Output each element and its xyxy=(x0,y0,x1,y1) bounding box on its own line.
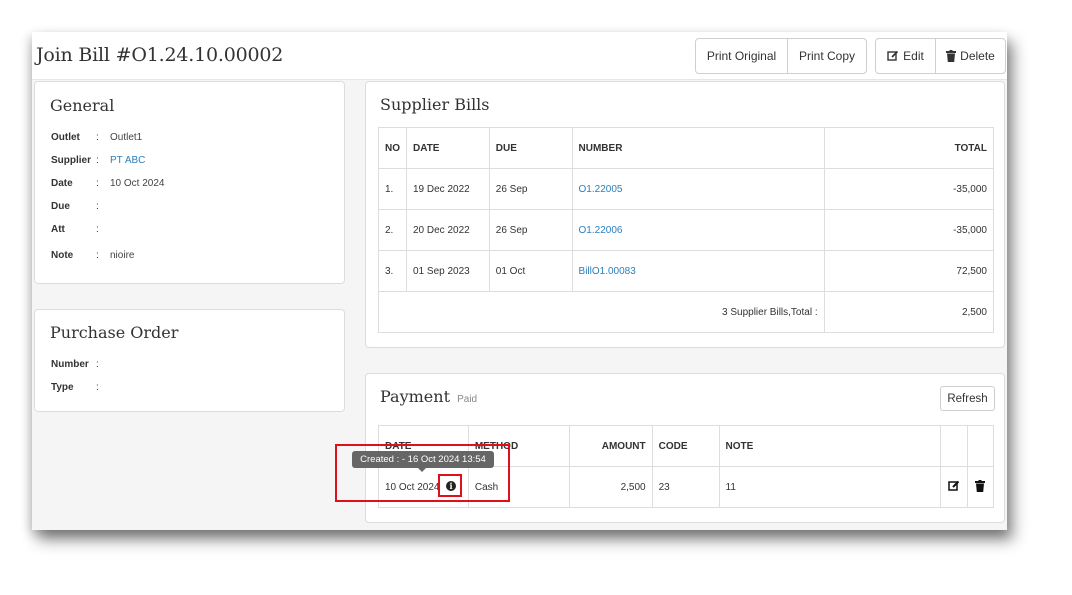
tooltip-arrow xyxy=(417,467,427,472)
payment-date: 10 Oct 2024 xyxy=(385,481,440,493)
cell-total: 72,500 xyxy=(823,250,995,292)
table-footer-row: 3 Supplier Bills,Total : 2,500 xyxy=(378,291,995,333)
field-colon: : xyxy=(96,178,99,189)
cell-total: -35,000 xyxy=(823,209,995,251)
cell-due: 26 Sep xyxy=(488,168,573,210)
payment-title: Payment Paid xyxy=(380,387,477,406)
edit-button[interactable]: Edit xyxy=(875,38,936,74)
field-label: Number xyxy=(51,359,89,370)
cell-date: 20 Dec 2022 xyxy=(406,209,490,251)
cell-amount: 2,500 xyxy=(568,466,653,508)
col-no: NO xyxy=(378,127,407,169)
table-row: 1. 19 Dec 2022 26 Sep O1.22005 -35,000 xyxy=(378,168,995,210)
col-delete-action xyxy=(966,425,995,467)
created-tooltip: Created : - 16 Oct 2024 13:54 xyxy=(352,451,494,468)
field-label: Outlet xyxy=(51,132,80,143)
delete-button[interactable]: Delete xyxy=(935,38,1006,74)
field-label: Date xyxy=(51,178,73,189)
general-title: General xyxy=(50,96,115,115)
field-outlet: Outlet : Outlet1 xyxy=(51,132,142,143)
footer-label: 3 Supplier Bills,Total : xyxy=(378,291,825,333)
trash-icon xyxy=(946,50,957,62)
edit-icon xyxy=(887,50,899,62)
refresh-label: Refresh xyxy=(947,392,988,405)
col-total: TOTAL xyxy=(823,127,995,169)
print-copy-button[interactable]: Print Copy xyxy=(787,38,867,74)
refresh-button[interactable]: Refresh xyxy=(940,386,995,411)
field-colon: : xyxy=(96,382,99,393)
edit-icon[interactable] xyxy=(948,480,960,492)
field-po-number: Number : xyxy=(51,359,110,370)
field-note: Note : nioire xyxy=(51,250,134,261)
table-row: 10 Oct 2024 Cash 2,500 23 11 xyxy=(378,466,995,508)
col-number: NUMBER xyxy=(571,127,825,169)
edit-label: Edit xyxy=(903,49,924,63)
payment-title-text: Payment xyxy=(380,387,450,406)
page-title: Join Bill #O1.24.10.00002 xyxy=(36,44,284,66)
field-colon: : xyxy=(96,201,99,212)
payment-card: Payment Paid Refresh DATE METHOD AMOUNT … xyxy=(365,373,1005,523)
col-code: CODE xyxy=(651,425,720,467)
page-header: Join Bill #O1.24.10.00002 Print Original… xyxy=(32,32,1007,80)
field-colon: : xyxy=(96,155,99,166)
field-label: Supplier xyxy=(51,155,92,166)
print-original-label: Print Original xyxy=(706,49,777,63)
cell-code: 23 xyxy=(651,466,720,508)
cell-no: 2. xyxy=(378,209,407,251)
field-label: Due xyxy=(51,201,70,212)
cell-no: 1. xyxy=(378,168,407,210)
cell-due: 26 Sep xyxy=(488,209,573,251)
field-value: Outlet1 xyxy=(110,132,143,143)
field-value: 10 Oct 2024 xyxy=(110,178,165,189)
info-icon[interactable]: i xyxy=(446,481,456,491)
cell-method: Cash xyxy=(467,466,570,508)
field-label: Att xyxy=(51,224,65,235)
table-header-row: NO DATE DUE NUMBER TOTAL xyxy=(378,127,995,169)
col-note: NOTE xyxy=(718,425,942,467)
bill-number-link[interactable]: BillO1.00083 xyxy=(571,250,825,292)
supplier-bills-table: NO DATE DUE NUMBER TOTAL 1. 19 Dec 2022 … xyxy=(378,127,995,333)
field-label: Type xyxy=(51,382,74,393)
supplier-bills-card: Supplier Bills NO DATE DUE NUMBER TOTAL … xyxy=(365,81,1005,348)
field-supplier: Supplier : PT ABC xyxy=(51,155,145,166)
field-po-type: Type : xyxy=(51,382,110,393)
field-date: Date : 10 Oct 2024 xyxy=(51,178,164,189)
supplier-link[interactable]: PT ABC xyxy=(110,155,145,166)
bill-number-link[interactable]: O1.22005 xyxy=(571,168,825,210)
col-due: DUE xyxy=(488,127,573,169)
supplier-bills-title: Supplier Bills xyxy=(380,95,490,114)
cell-due: 01 Oct xyxy=(488,250,573,292)
field-value: nioire xyxy=(110,250,135,261)
cell-date: 19 Dec 2022 xyxy=(406,168,490,210)
field-colon: : xyxy=(96,132,99,143)
cell-date: 01 Sep 2023 xyxy=(406,250,490,292)
bill-number-link[interactable]: O1.22006 xyxy=(571,209,825,251)
cell-no: 3. xyxy=(378,250,407,292)
field-colon: : xyxy=(96,359,99,370)
bill-window: Join Bill #O1.24.10.00002 Print Original… xyxy=(32,32,1007,530)
purchase-order-card: Purchase Order Number : Type : xyxy=(34,309,345,412)
col-amount: AMOUNT xyxy=(568,425,653,467)
table-row: 2. 20 Dec 2022 26 Sep O1.22006 -35,000 xyxy=(378,209,995,251)
field-due: Due : xyxy=(51,201,110,212)
field-colon: : xyxy=(96,224,99,235)
general-card: General Outlet : Outlet1 Supplier : PT A… xyxy=(34,81,345,284)
field-att: Att : xyxy=(51,224,110,235)
trash-icon[interactable] xyxy=(975,479,986,492)
print-original-button[interactable]: Print Original xyxy=(695,38,788,74)
payment-status-badge: Paid xyxy=(457,394,478,405)
cell-total: -35,000 xyxy=(823,168,995,210)
print-copy-label: Print Copy xyxy=(798,49,856,63)
footer-total: 2,500 xyxy=(823,291,995,333)
table-row: 3. 01 Sep 2023 01 Oct BillO1.00083 72,50… xyxy=(378,250,995,292)
cell-note: 11 xyxy=(718,466,942,508)
cell-delete xyxy=(966,466,995,508)
field-colon: : xyxy=(96,250,99,261)
field-label: Note xyxy=(51,250,74,261)
cell-edit xyxy=(940,466,968,508)
col-edit-action xyxy=(940,425,968,467)
purchase-order-title: Purchase Order xyxy=(50,323,179,342)
delete-label: Delete xyxy=(960,49,995,63)
col-date: DATE xyxy=(406,127,490,169)
